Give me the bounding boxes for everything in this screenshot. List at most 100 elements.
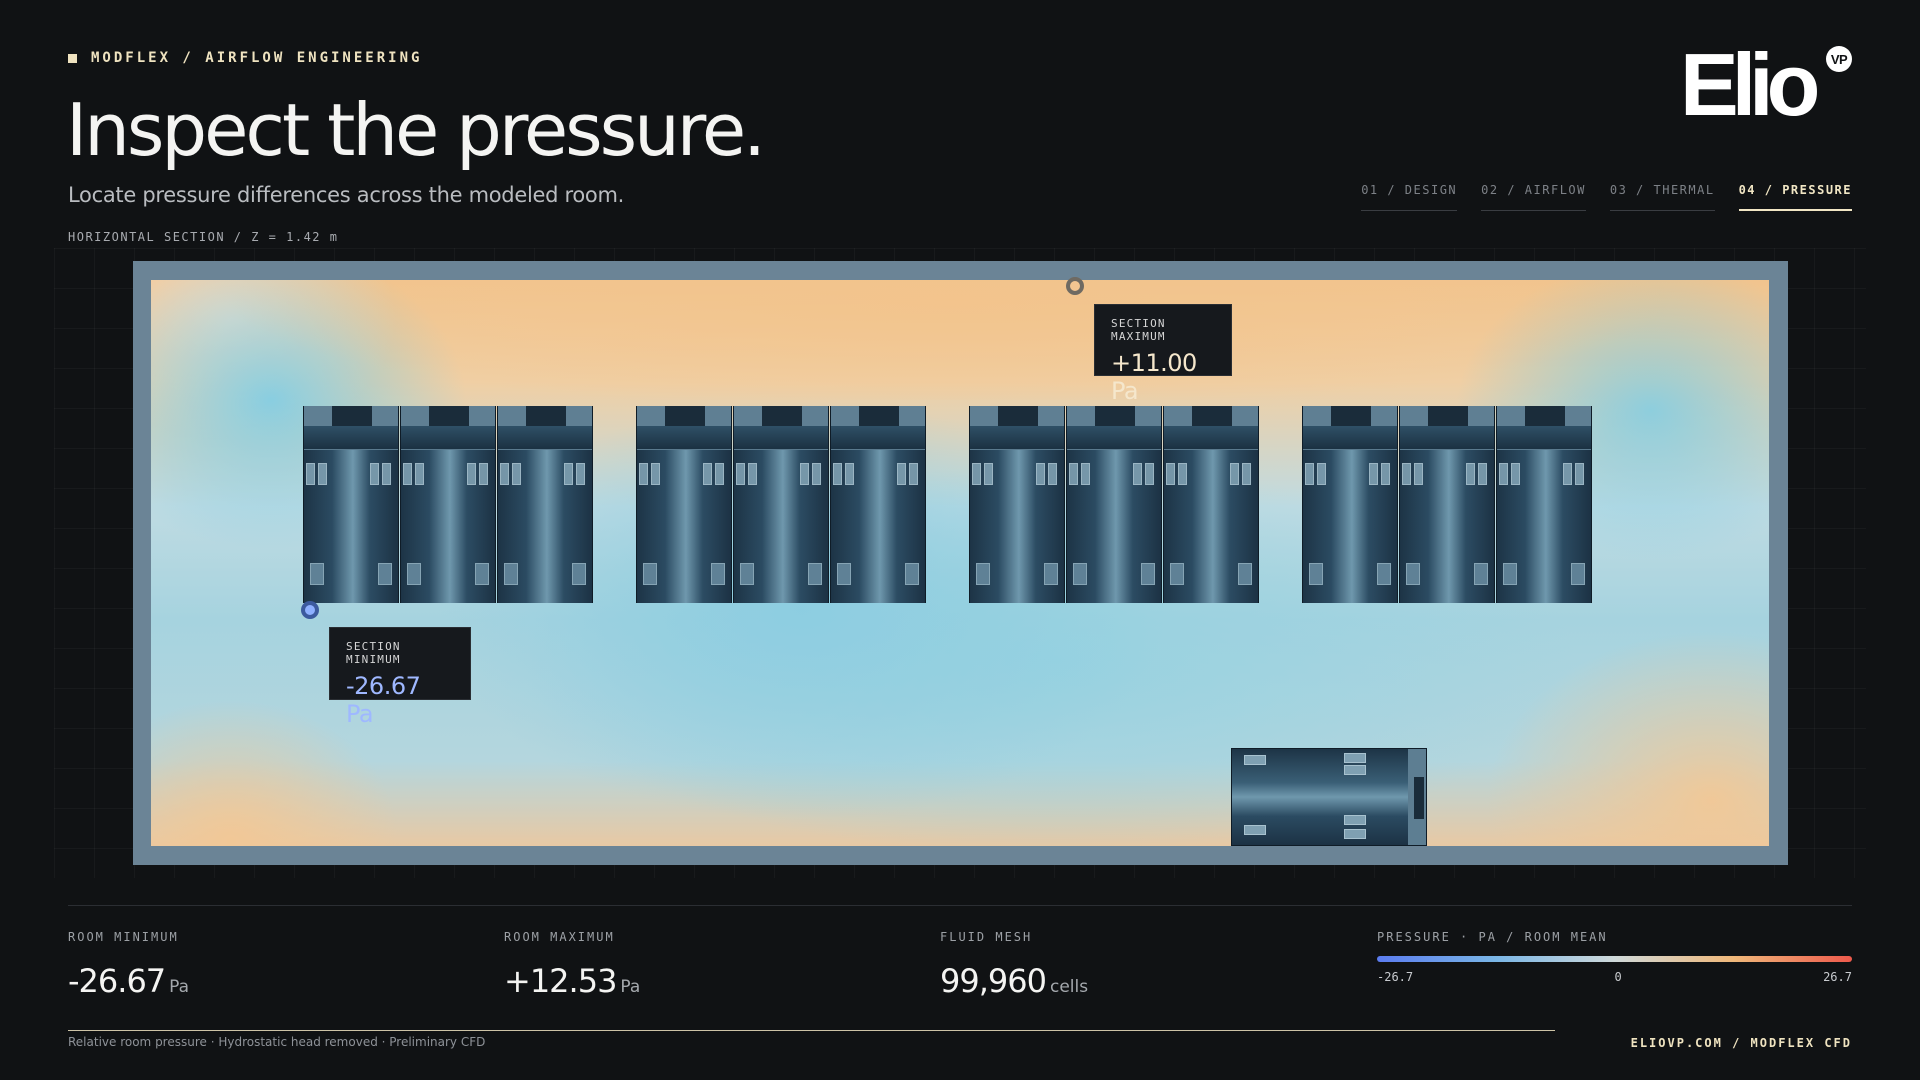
rack-unit[interactable] xyxy=(733,406,829,603)
footer-credit[interactable]: ELIOVP.COM / MODFLEX CFD xyxy=(1631,1036,1852,1050)
rack-unit[interactable] xyxy=(830,406,926,603)
rack-unit-vent xyxy=(576,463,585,485)
rack-unit-band xyxy=(498,426,592,450)
rack-unit-vent xyxy=(1478,463,1487,485)
eyebrow-text: MODFLEX / AIRFLOW ENGINEERING xyxy=(91,50,423,66)
rack-unit-band xyxy=(970,426,1064,450)
cooling-unit-vent xyxy=(1244,825,1266,835)
rack-unit[interactable] xyxy=(636,406,732,603)
rack-unit-cap xyxy=(1400,406,1494,426)
rack-unit-cap xyxy=(1303,406,1397,426)
rack-unit-vent xyxy=(1036,463,1045,485)
rack-unit[interactable] xyxy=(1399,406,1495,603)
rack-unit-vent xyxy=(500,463,509,485)
rack-unit[interactable] xyxy=(303,406,399,603)
rack-unit-vent xyxy=(512,463,521,485)
rack-unit-vent xyxy=(467,463,476,485)
scale-tick-min: -26.7 xyxy=(1377,970,1414,984)
rack-unit-foot xyxy=(572,563,586,585)
eyebrow-square-icon xyxy=(68,53,77,63)
rack-unit-vent xyxy=(1575,463,1584,485)
rack-unit-band xyxy=(1400,426,1494,450)
pressure-field[interactable] xyxy=(151,280,1769,846)
cooling-unit-vent xyxy=(1244,755,1266,765)
rack-unit-foot xyxy=(976,563,990,585)
tab-pressure[interactable]: 04 / PRESSURE xyxy=(1738,183,1852,211)
section-maximum-callout: SECTION MAXIMUM +11.00 Pa xyxy=(1094,304,1232,405)
rack-unit-cap xyxy=(831,406,925,426)
rack-unit[interactable] xyxy=(1163,406,1259,603)
rack-unit-foot xyxy=(1238,563,1252,585)
rack-unit-vent xyxy=(415,463,424,485)
rack-unit-vent xyxy=(564,463,573,485)
tab-airflow[interactable]: 02 / AIRFLOW xyxy=(1481,183,1586,211)
stat-unit: Pa xyxy=(620,977,641,997)
stats-divider xyxy=(68,905,1852,906)
rack-unit-vent xyxy=(1242,463,1251,485)
rack-unit-foot xyxy=(504,563,518,585)
rack-unit-foot xyxy=(1141,563,1155,585)
rack-unit[interactable] xyxy=(400,406,496,603)
rack-unit-cap xyxy=(637,406,731,426)
rack-unit-vent xyxy=(639,463,648,485)
rack-unit-foot xyxy=(711,563,725,585)
rack-unit-vent xyxy=(1563,463,1572,485)
rack-unit-band xyxy=(304,426,398,450)
rack-unit[interactable] xyxy=(497,406,593,603)
pressure-color-scale: PRESSURE · PA / ROOM MEAN -26.7 0 26.7 xyxy=(1377,930,1852,984)
rack-unit-vent xyxy=(703,463,712,485)
rack-unit-foot xyxy=(407,563,421,585)
stat-value: -26.67 Pa xyxy=(68,962,190,1000)
rack-unit-foot xyxy=(1377,563,1391,585)
rack-unit-foot xyxy=(1474,563,1488,585)
cooling-unit-vent xyxy=(1344,815,1366,825)
rack-unit[interactable] xyxy=(1066,406,1162,603)
rack-unit-vent xyxy=(845,463,854,485)
rack-unit-vent xyxy=(715,463,724,485)
cooling-unit-vent xyxy=(1344,753,1366,763)
rack-unit-vent xyxy=(984,463,993,485)
rack-unit-vent xyxy=(318,463,327,485)
cooling-unit[interactable] xyxy=(1231,748,1427,846)
rack-unit[interactable] xyxy=(1302,406,1398,603)
rack-unit-cap xyxy=(304,406,398,426)
rack-unit-band xyxy=(831,426,925,450)
section-maximum-marker[interactable] xyxy=(1066,277,1084,295)
rack-unit-band xyxy=(401,426,495,450)
rack-unit-vent xyxy=(1369,463,1378,485)
rack-unit-vent xyxy=(1414,463,1423,485)
rack-unit-vent xyxy=(1466,463,1475,485)
cooling-unit-side-panel xyxy=(1408,749,1426,845)
rack-unit-vent xyxy=(1069,463,1078,485)
stat-value: 99,960 cells xyxy=(940,962,1089,1000)
elio-logo[interactable]: Elio VP xyxy=(1680,35,1852,134)
rack-unit-band xyxy=(1067,426,1161,450)
rack-unit[interactable] xyxy=(1496,406,1592,603)
rack-unit-vent xyxy=(1317,463,1326,485)
tab-thermal[interactable]: 03 / THERMAL xyxy=(1609,183,1715,211)
rack-unit-band xyxy=(637,426,731,450)
rack-unit-foot xyxy=(1309,563,1323,585)
rack-unit-vent xyxy=(306,463,315,485)
scale-ticks: -26.7 0 26.7 xyxy=(1377,970,1852,984)
rack-unit-vent xyxy=(1145,463,1154,485)
rack-unit[interactable] xyxy=(969,406,1065,603)
rack-unit-cap xyxy=(1067,406,1161,426)
logo-wordmark: Elio xyxy=(1680,35,1820,134)
rack-unit-band xyxy=(1497,426,1591,450)
step-tabs: 01 / DESIGN 02 / AIRFLOW 03 / THERMAL 04… xyxy=(1361,183,1852,211)
stat-label: FLUID MESH xyxy=(940,930,1033,944)
rack-unit-foot xyxy=(740,563,754,585)
page-subtitle: Locate pressure differences across the m… xyxy=(68,183,625,207)
rack-unit-foot xyxy=(1170,563,1184,585)
rack-unit-cap xyxy=(1497,406,1591,426)
rack-unit-foot xyxy=(643,563,657,585)
rack-unit-foot xyxy=(1406,563,1420,585)
section-minimum-marker[interactable] xyxy=(301,601,319,619)
stat-room-maximum: ROOM MAXIMUM +12.53 Pa xyxy=(504,930,640,1000)
rack-unit-vent xyxy=(833,463,842,485)
tab-design[interactable]: 01 / DESIGN xyxy=(1361,183,1458,211)
rack-unit-vent xyxy=(1048,463,1057,485)
scale-tick-max: 26.7 xyxy=(1823,970,1852,984)
page-title: Inspect the pressure. xyxy=(66,88,766,172)
